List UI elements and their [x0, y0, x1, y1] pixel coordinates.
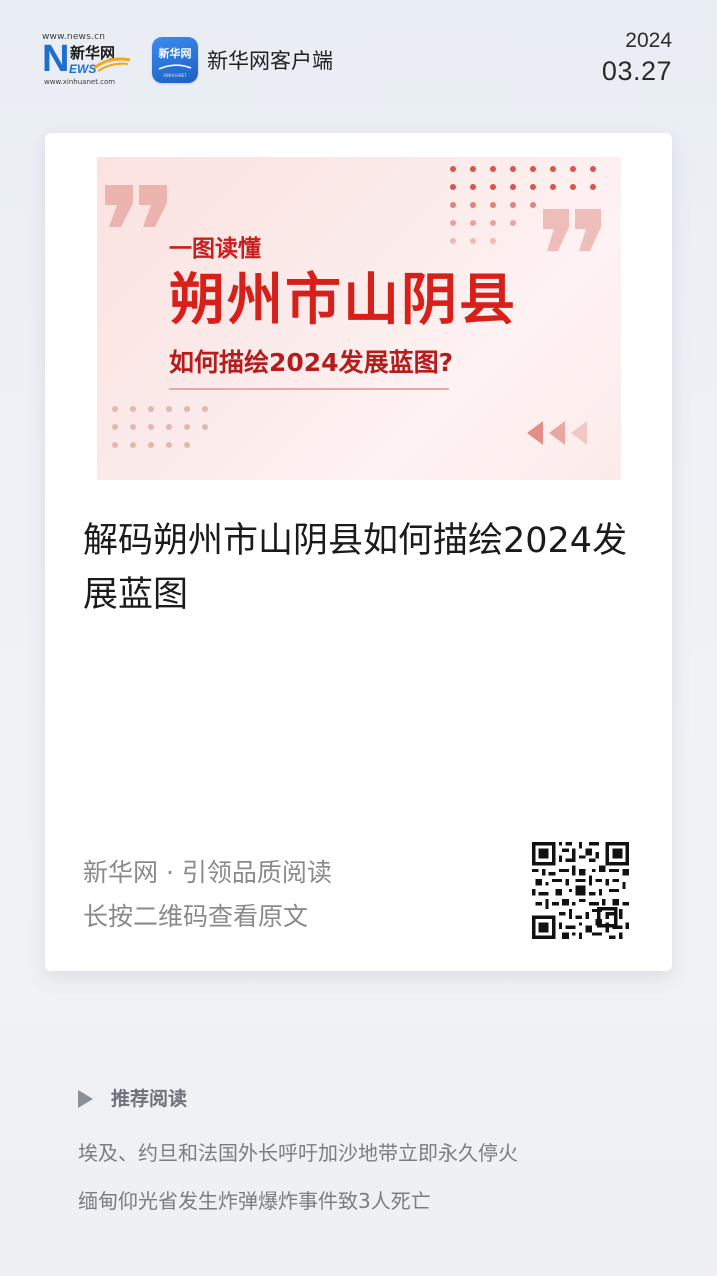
article-headline[interactable]: 解码朔州市山阴县如何描绘2024发展蓝图	[83, 514, 643, 622]
recommended-item[interactable]: 缅甸仰光省发生炸弹爆炸事件致3人死亡	[78, 1185, 431, 1214]
app-icon-wave-icon	[158, 64, 192, 70]
qr-hint: 长按二维码查看原文	[83, 902, 309, 931]
logo-url-bottom: www.xinhuanet.com	[44, 78, 116, 86]
chevron-left-icons	[527, 421, 587, 445]
app-icon-subtext: XINHUANET	[163, 73, 187, 78]
publish-date: 2024 03.27	[602, 28, 672, 88]
dot-grid-top-right	[450, 166, 596, 244]
article-card[interactable]: 一图读懂 朔州市山阴县 如何描绘2024发展蓝图? 解码朔州市山阴县如何描绘20…	[45, 133, 672, 971]
app-name: 新华网客户端	[207, 49, 333, 73]
header: www.news.cn N 新华网 EWS www.xinhuanet.com …	[0, 0, 717, 120]
cover-subtitle: 如何描绘2024发展蓝图?	[169, 348, 454, 377]
recommended-label: 推荐阅读	[111, 1088, 188, 1110]
logo-letter-n: N	[42, 38, 70, 80]
xinhua-app-icon: 新华网 XINHUANET	[152, 37, 198, 83]
date-month-day: 03.27	[601, 56, 672, 86]
date-year: 2024	[625, 29, 672, 52]
quote-open-icon	[105, 185, 167, 227]
cover-image[interactable]: 一图读懂 朔州市山阴县 如何描绘2024发展蓝图?	[97, 157, 621, 480]
app-icon-text: 新华网	[158, 47, 192, 60]
recommended-item[interactable]: 埃及、约旦和法国外长呼吁加沙地带立即永久停火	[78, 1137, 518, 1166]
qr-code-icon[interactable]	[532, 842, 629, 939]
quote-close-icon	[543, 209, 601, 251]
play-arrow-icon	[78, 1090, 93, 1108]
xinhua-news-logo: www.news.cn N 新华网 EWS www.xinhuanet.com	[42, 32, 134, 88]
brand-slogan: 新华网 · 引领品质阅读	[83, 858, 332, 887]
cover-kicker: 一图读懂	[169, 236, 261, 262]
cover-title: 朔州市山阴县	[169, 268, 517, 333]
dot-grid-bottom-left	[112, 406, 208, 448]
logo-swoosh-icon	[93, 57, 131, 72]
